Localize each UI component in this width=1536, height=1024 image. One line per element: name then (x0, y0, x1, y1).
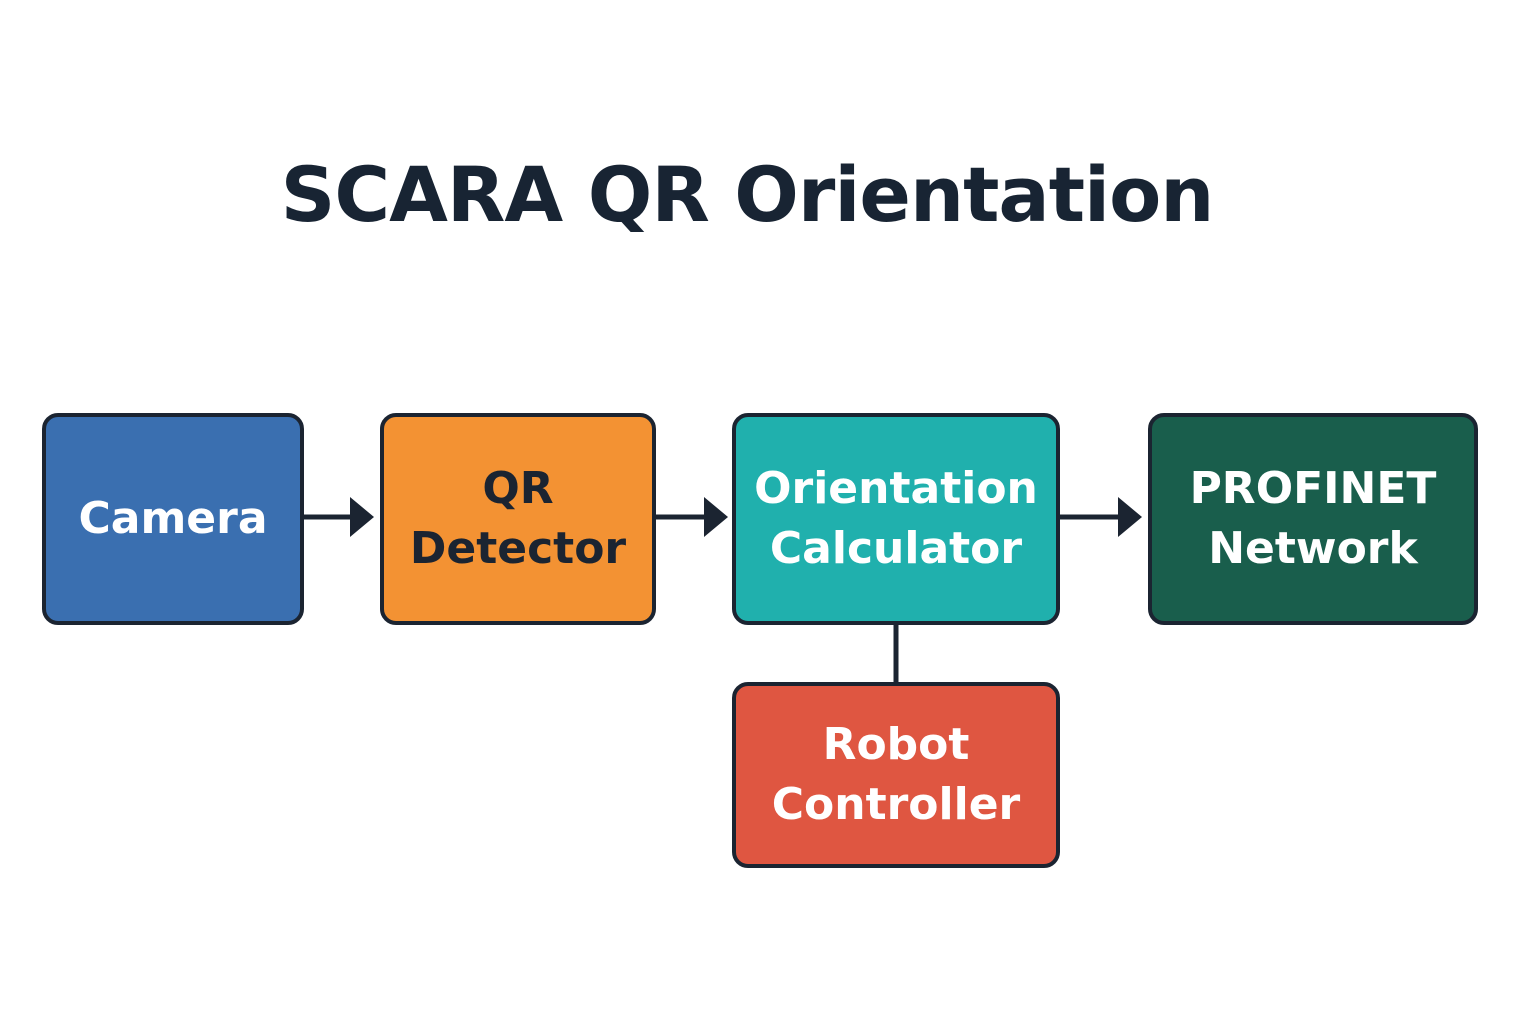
robot-controller-node: Robot Controller (732, 682, 1060, 868)
profinet-network-label-line-1: PROFINET (1189, 463, 1437, 514)
camera-node: Camera (42, 413, 304, 625)
camera-label-line-1: Camera (78, 493, 268, 544)
orientation-calculator-label-line-2: Calculator (769, 523, 1023, 574)
qr-detector-node: QR Detector (380, 413, 656, 625)
robot-controller-label-line-1: Robot (822, 719, 970, 770)
robot-controller-label-line-2: Controller (771, 779, 1021, 830)
qr-detector-label-line-2: Detector (409, 523, 627, 574)
orientation-calculator-label-line-1: Orientation (754, 463, 1038, 514)
arrow-orientation-calculator-to-profinet-network (1060, 497, 1142, 537)
profinet-network-label-line-2: Network (1208, 523, 1418, 574)
qr-detector-label-line-1: QR (482, 463, 554, 514)
arrow-qr-detector-to-orientation-calculator (656, 497, 728, 537)
arrow-camera-to-qr-detector (304, 497, 374, 537)
orientation-calculator-node: Orientation Calculator (732, 413, 1060, 625)
profinet-network-node: PROFINET Network (1148, 413, 1478, 625)
